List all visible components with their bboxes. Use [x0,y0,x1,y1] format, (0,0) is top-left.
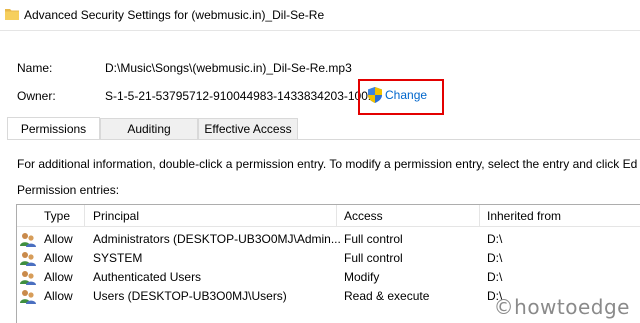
uac-shield-icon [368,87,382,103]
row-type: Allow [44,289,73,303]
column-divider[interactable] [84,205,85,227]
row-access: Read & execute [344,289,430,303]
tab-divider [7,139,640,140]
table-row[interactable]: Allow SYSTEM Full control D:\ [17,249,640,268]
row-type: Allow [44,251,73,265]
row-inherited-from: D:\ [487,251,503,265]
info-text: For additional information, double-click… [17,157,638,171]
permission-entries-label: Permission entries: [17,183,120,197]
row-inherited-from: D:\ [487,232,503,246]
column-header-type[interactable]: Type [44,209,70,223]
tab-effective-access[interactable]: Effective Access [198,118,298,139]
watermark: ©howtoedge [493,295,630,319]
column-divider[interactable] [336,205,337,227]
owner-value: S-1-5-21-53795712-910044983-1433834203-1… [105,89,375,103]
title-bar: Advanced Security Settings for (webmusic… [0,0,640,31]
row-type: Allow [44,270,73,284]
change-owner-link[interactable]: Change [368,86,427,104]
column-header-access[interactable]: Access [344,209,383,223]
row-inherited-from: D:\ [487,270,503,284]
table-row[interactable]: Allow Authenticated Users Modify D:\ [17,268,640,287]
users-icon [20,233,36,247]
column-header-inherited-from[interactable]: Inherited from [487,209,561,223]
row-access: Modify [344,270,380,284]
row-access: Full control [344,251,403,265]
row-principal: Administrators (DESKTOP-UB3O0MJ\Admin... [93,232,341,246]
column-header-principal[interactable]: Principal [93,209,139,223]
row-type: Allow [44,232,73,246]
row-principal: Authenticated Users [93,270,202,284]
change-link-label: Change [385,88,428,102]
table-row[interactable]: Allow Administrators (DESKTOP-UB3O0MJ\Ad… [17,230,640,249]
name-label: Name: [17,61,53,75]
tab-permissions[interactable]: Permissions [7,117,100,139]
folder-icon [5,9,19,20]
row-access: Full control [344,232,403,246]
users-icon [20,271,36,285]
users-icon [20,290,36,304]
owner-label: Owner: [17,89,56,103]
users-icon [20,252,36,266]
row-principal: Users (DESKTOP-UB3O0MJ\Users) [93,289,287,303]
name-value: D:\Music\Songs\(webmusic.in)_Dil-Se-Re.m… [105,61,352,75]
list-header: Type Principal Access Inherited from [17,205,640,227]
tab-auditing[interactable]: Auditing [100,118,198,139]
row-principal: SYSTEM [93,251,143,265]
window-title: Advanced Security Settings for (webmusic… [24,8,325,22]
column-divider[interactable] [479,205,480,227]
